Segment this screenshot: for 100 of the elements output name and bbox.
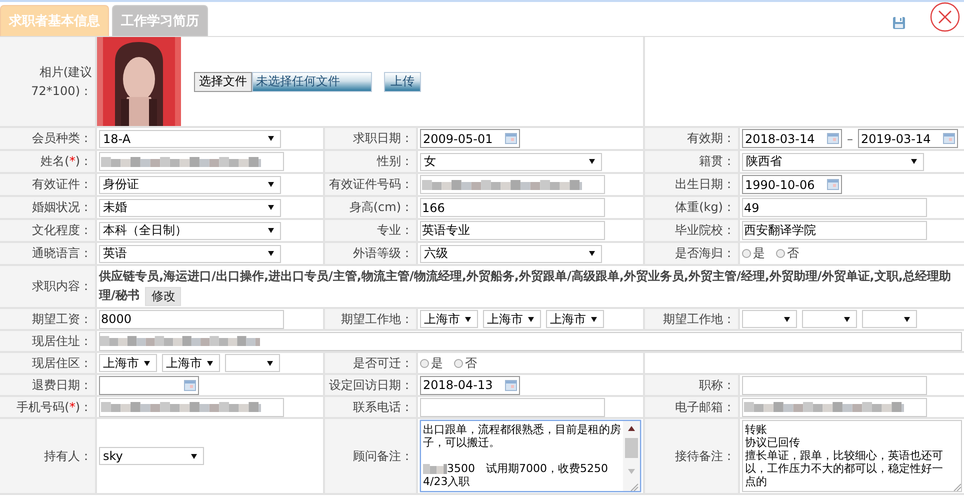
- field-label: 现居住区：: [32, 354, 92, 372]
- field-label: 出生日期：: [675, 176, 735, 193]
- field-label: 专业：: [377, 222, 413, 239]
- dropdown[interactable]: 身份证: [99, 176, 281, 194]
- calendar-icon[interactable]: [505, 380, 517, 390]
- radio-option[interactable]: 是: [742, 245, 765, 262]
- field-label: 有效证件：: [32, 176, 92, 193]
- upload-button[interactable]: 上传: [384, 72, 421, 92]
- field-label: 接待备注：: [675, 448, 735, 464]
- field-label: 顾问备注：: [353, 448, 413, 464]
- field-label: 求职日期：: [353, 130, 413, 147]
- date-field[interactable]: 1990-10-06: [742, 175, 842, 194]
- caret-icon: [267, 360, 273, 366]
- field-label: 联系电话：: [353, 398, 413, 416]
- save-icon[interactable]: [892, 16, 906, 30]
- date-field[interactable]: 2018-04-13: [420, 376, 520, 394]
- close-icon[interactable]: [930, 2, 960, 32]
- caret-icon: [207, 360, 213, 366]
- caret-icon: [904, 316, 910, 322]
- field-label: 姓名(*)：: [40, 153, 92, 170]
- field-label: 相片(建议72*100)：: [30, 64, 92, 100]
- notes-field[interactable]: 出口跟单，流程都很熟悉，目前是租的房子，可以搬迁。 3500 试用期7000，收费5250 4/23入职: [420, 420, 641, 492]
- field-label: 有效证件号码：: [329, 176, 413, 193]
- calendar-icon[interactable]: [827, 179, 839, 190]
- field-label: 是否可迁：: [353, 354, 413, 372]
- dropdown[interactable]: 英语: [99, 244, 281, 262]
- dropdown[interactable]: [225, 354, 280, 372]
- caret-icon: [268, 251, 274, 256]
- dropdown[interactable]: 18-A: [99, 130, 281, 148]
- text-field[interactable]: [742, 376, 927, 394]
- text-field[interactable]: 英语专业: [420, 221, 605, 240]
- field-label: 毕业院校：: [675, 222, 735, 239]
- radio-option[interactable]: 否: [776, 245, 799, 262]
- text-field[interactable]: [99, 332, 962, 350]
- dropdown[interactable]: 陕西省: [742, 152, 924, 170]
- field-label: 会员种类：: [32, 130, 92, 147]
- radio-option[interactable]: 否: [454, 354, 477, 372]
- scrollbar[interactable]: [623, 421, 640, 491]
- field-label: 文化程度：: [32, 222, 92, 239]
- date-field[interactable]: 2018-03-14: [742, 129, 842, 148]
- range-separator: –: [847, 132, 853, 146]
- dropdown[interactable]: [862, 310, 917, 328]
- text-field[interactable]: [99, 398, 284, 416]
- caret-icon: [268, 182, 274, 187]
- dropdown[interactable]: 上海市: [483, 310, 541, 328]
- caret-icon: [591, 316, 597, 322]
- date-field[interactable]: [99, 376, 199, 394]
- dropdown[interactable]: 本科（全日制）: [99, 222, 281, 240]
- dropdown[interactable]: sky: [99, 447, 204, 465]
- job-summary: 供应链专员,海运进口/出口操作,进出口专员/主管,物流主管/物流经理,外贸船务,外贸跟单/高级跟单,外贸业务员,外贸主管/经理,外贸助理/外贸单证,文职,总经理助理/秘书 修改: [99, 267, 962, 306]
- caret-icon: [528, 316, 534, 322]
- field-label: 有效期：: [687, 130, 735, 147]
- text-field[interactable]: 49: [742, 198, 927, 217]
- text-field[interactable]: [420, 175, 605, 194]
- file-status: 未选择任何文件: [252, 72, 372, 92]
- note-text: 4/23入职: [423, 475, 470, 488]
- dropdown[interactable]: 上海市: [162, 354, 220, 372]
- dropdown[interactable]: 上海市: [546, 310, 604, 328]
- dropdown[interactable]: 未婚: [99, 198, 281, 216]
- caret-icon: [589, 159, 595, 164]
- date-field[interactable]: 2019-03-14: [858, 129, 958, 148]
- caret-icon: [268, 136, 274, 141]
- text-field[interactable]: 166: [420, 198, 605, 217]
- calendar-icon[interactable]: [827, 133, 839, 144]
- dropdown[interactable]: [802, 310, 857, 328]
- dropdown[interactable]: 上海市: [99, 354, 157, 372]
- calendar-icon[interactable]: [943, 133, 955, 144]
- field-label: 期望工作地：: [663, 310, 735, 328]
- text-field[interactable]: [99, 152, 284, 171]
- dropdown[interactable]: 上海市: [420, 310, 478, 328]
- note-text: 转账: [745, 423, 767, 436]
- calendar-icon[interactable]: [505, 133, 517, 144]
- field-label: 性别：: [377, 153, 413, 170]
- caret-icon: [268, 205, 274, 210]
- radio-option[interactable]: 是: [420, 354, 443, 372]
- dropdown[interactable]: 六级: [420, 244, 602, 262]
- dropdown[interactable]: 女: [420, 152, 602, 170]
- field-label: 体重(kg)：: [675, 199, 735, 216]
- date-field[interactable]: 2009-05-01: [420, 129, 520, 148]
- text-field[interactable]: 8000: [99, 310, 284, 328]
- caret-icon: [465, 316, 471, 322]
- field-label: 手机号码(*)：: [16, 398, 92, 416]
- field-label: 职称：: [699, 376, 735, 394]
- resize-grip-icon[interactable]: [953, 483, 961, 491]
- notes-field[interactable]: 转账 协议已回传 擅长单证，跟单，比较细心，英语也还可以，工作压力不大的都可以，稳定性好一点的: [742, 420, 962, 492]
- choose-file-button[interactable]: 选择文件: [194, 72, 252, 92]
- text-field[interactable]: [742, 398, 927, 416]
- note-text: 擅长单证，跟单，比较细心，英语也还可以，工作压力不大的都可以，稳定性好一点的: [745, 449, 943, 488]
- dropdown[interactable]: [742, 310, 797, 328]
- field-label: 身高(cm)：: [349, 199, 413, 216]
- note-text: 出口跟单，流程都很熟悉，目前是租的房子，可以搬迁。: [423, 423, 621, 449]
- text-field[interactable]: 西安翻译学院: [742, 221, 927, 240]
- field-label: 现居住址：: [32, 332, 92, 350]
- edit-button[interactable]: 修改: [145, 286, 182, 306]
- caret-icon: [589, 251, 595, 256]
- field-label: 求职内容：: [32, 278, 92, 295]
- calendar-icon[interactable]: [184, 380, 196, 390]
- text-field[interactable]: [420, 398, 605, 416]
- caret-icon: [191, 454, 197, 458]
- field-label: 婚姻状况：: [32, 199, 92, 216]
